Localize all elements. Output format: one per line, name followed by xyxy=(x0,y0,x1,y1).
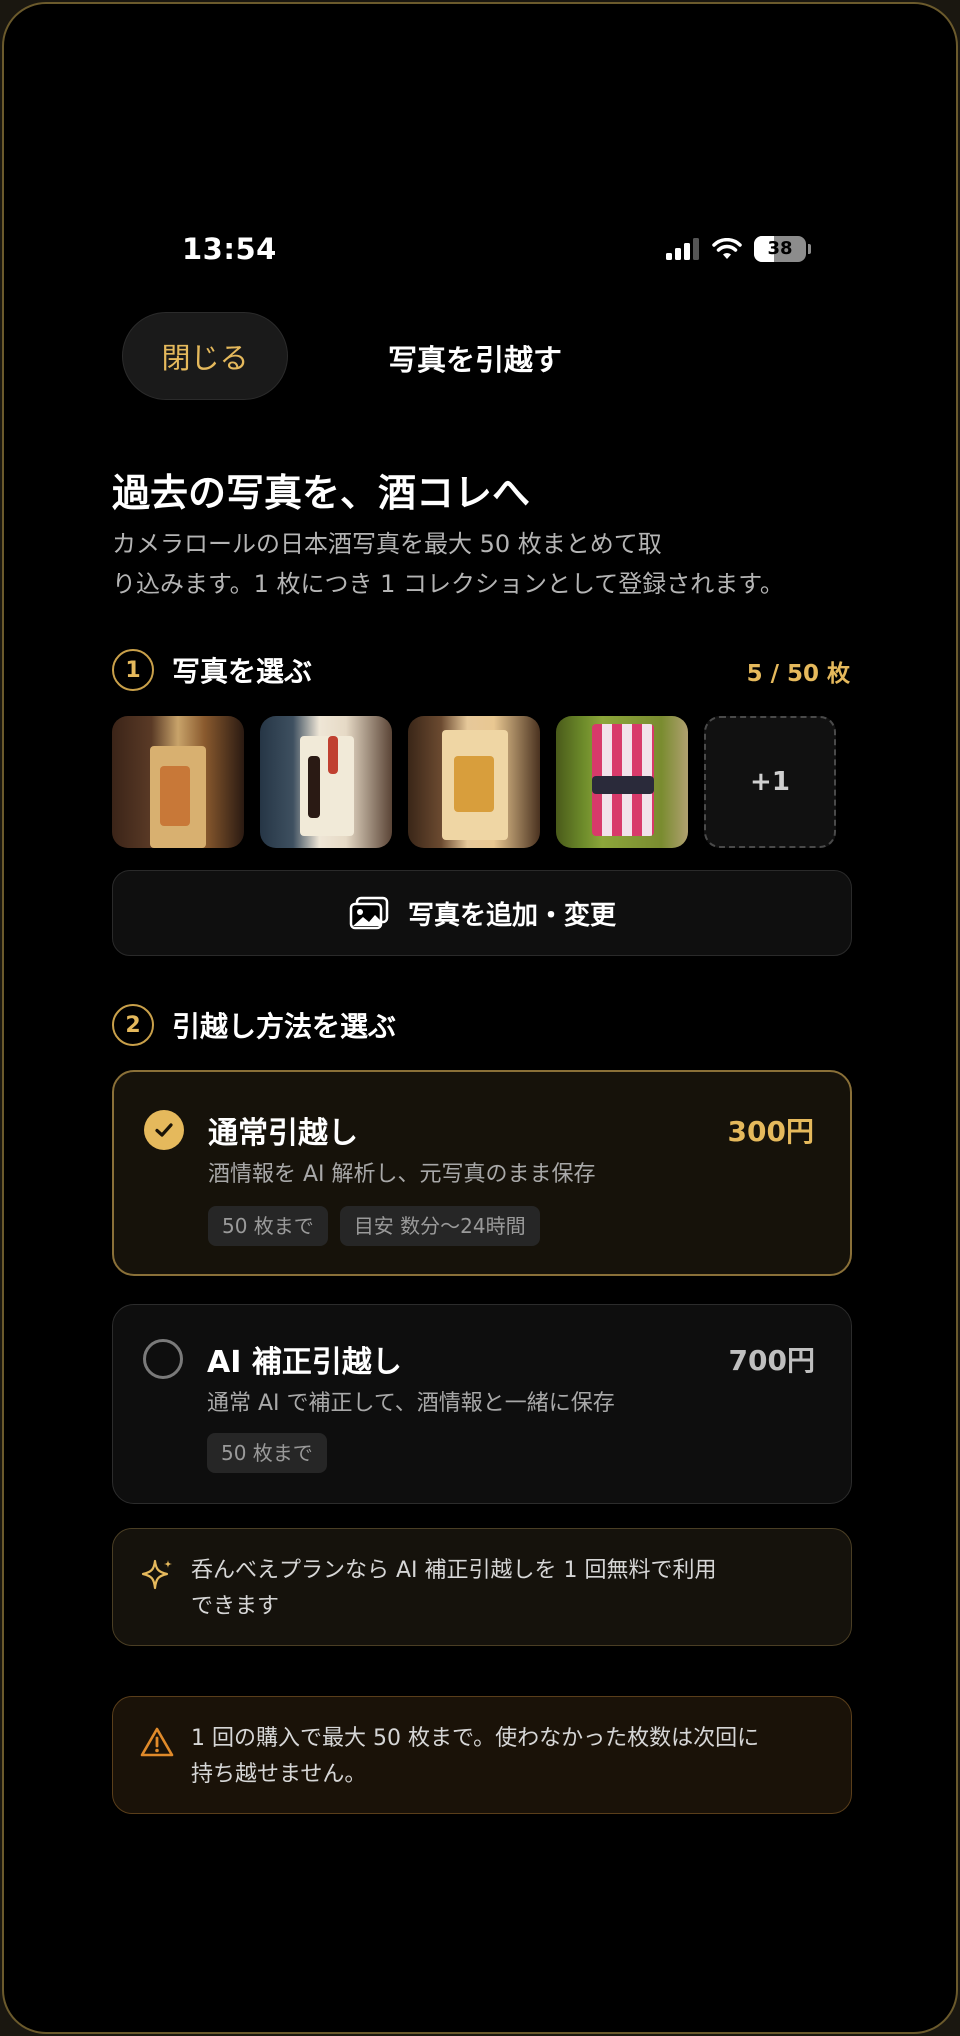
status-bar: 13:54 38 xyxy=(4,232,956,272)
photos-icon xyxy=(349,896,389,930)
more-photos-tile[interactable]: +1 xyxy=(704,716,836,848)
option-tags: 50 枚まで xyxy=(207,1433,327,1473)
option-price: 700円 xyxy=(728,1344,815,1377)
hero-title: 過去の写真を、酒コレへ xyxy=(112,471,531,515)
option-tag: 目安 数分〜24時間 xyxy=(339,1206,540,1246)
option-ai-enhanced-move[interactable]: AI 補正引越し 700円 通常 AI で補正して、酒情報と一緒に保存 50 枚… xyxy=(112,1304,852,1504)
photo-thumbnail[interactable] xyxy=(112,716,244,848)
option-description: 通常 AI で補正して、酒情報と一緒に保存 xyxy=(207,1391,615,1416)
page-title: 写真を引越す xyxy=(388,343,563,377)
step-number: 1 xyxy=(112,649,154,691)
wifi-icon xyxy=(712,238,742,259)
photo-count: 5 / 50 枚 xyxy=(746,661,850,687)
step-label: 写真を選ぶ xyxy=(172,655,313,688)
add-change-photos-label: 写真を追加・変更 xyxy=(407,900,616,931)
check-icon xyxy=(155,1123,173,1137)
add-change-photos-button[interactable]: 写真を追加・変更 xyxy=(112,870,852,956)
signal-icon xyxy=(666,238,699,260)
option-title: 通常引越し xyxy=(208,1116,358,1151)
option-tags: 50 枚まで 目安 数分〜24時間 xyxy=(208,1206,540,1246)
step-1-header: 1 写真を選ぶ xyxy=(112,649,312,691)
battery-level: 38 xyxy=(767,238,793,259)
photo-thumbnail[interactable] xyxy=(556,716,688,848)
purchase-warning-note: 1 回の購入で最大 50 枚まで。使わなかった枚数は次回に 持ち越せません。 xyxy=(112,1696,852,1814)
phone-screen: 13:54 38 閉じる 写真を引越す 過去の写真を、酒コレへ カメラロールの日… xyxy=(2,2,958,2034)
photo-thumbnail[interactable] xyxy=(260,716,392,848)
note-line: 呑んべえプランなら AI 補正引越しを 1 回無料で利用 xyxy=(191,1558,717,1583)
note-line: 持ち越せません。 xyxy=(191,1762,367,1787)
hero-desc-line: り込みます。1 枚につき 1 コレクションとして登録されます。 xyxy=(112,570,784,598)
step-2-header: 2 引越し方法を選ぶ xyxy=(112,1004,396,1046)
radio-selected[interactable] xyxy=(144,1110,184,1150)
hero-desc-line: カメラロールの日本酒写真を最大 50 枚まとめて取 xyxy=(112,530,662,558)
radio-unselected[interactable] xyxy=(143,1339,183,1379)
photo-thumbnail[interactable] xyxy=(408,716,540,848)
status-time: 13:54 xyxy=(182,232,277,266)
note-line: 1 回の購入で最大 50 枚まで。使わなかった枚数は次回に xyxy=(191,1726,760,1751)
sparkle-icon xyxy=(141,1559,172,1590)
step-number: 2 xyxy=(112,1004,154,1046)
step-label: 引越し方法を選ぶ xyxy=(172,1010,397,1043)
purchase-warning-text: 1 回の購入で最大 50 枚まで。使わなかった枚数は次回に 持ち越せません。 xyxy=(191,1721,791,1793)
option-title: AI 補正引越し xyxy=(207,1345,402,1380)
battery-icon: 38 xyxy=(754,236,811,262)
status-icons: 38 xyxy=(666,236,811,262)
photo-thumbnails: +1 xyxy=(112,716,836,848)
option-price: 300円 xyxy=(727,1115,814,1148)
hero-description: カメラロールの日本酒写真を最大 50 枚まとめて取 り込みます。1 枚につき 1… xyxy=(112,524,872,604)
plan-info-note: 呑んべえプランなら AI 補正引越しを 1 回無料で利用 できます xyxy=(112,1528,852,1646)
option-standard-move[interactable]: 通常引越し 300円 酒情報を AI 解析し、元写真のまま保存 50 枚まで 目… xyxy=(112,1070,852,1276)
close-button[interactable]: 閉じる xyxy=(122,312,288,400)
option-tag: 50 枚まで xyxy=(208,1206,328,1246)
option-tag: 50 枚まで xyxy=(207,1433,327,1473)
plan-info-text: 呑んべえプランなら AI 補正引越しを 1 回無料で利用 できます xyxy=(191,1553,791,1625)
warning-icon xyxy=(140,1727,174,1757)
option-description: 酒情報を AI 解析し、元写真のまま保存 xyxy=(208,1162,596,1187)
note-line: できます xyxy=(191,1594,280,1619)
